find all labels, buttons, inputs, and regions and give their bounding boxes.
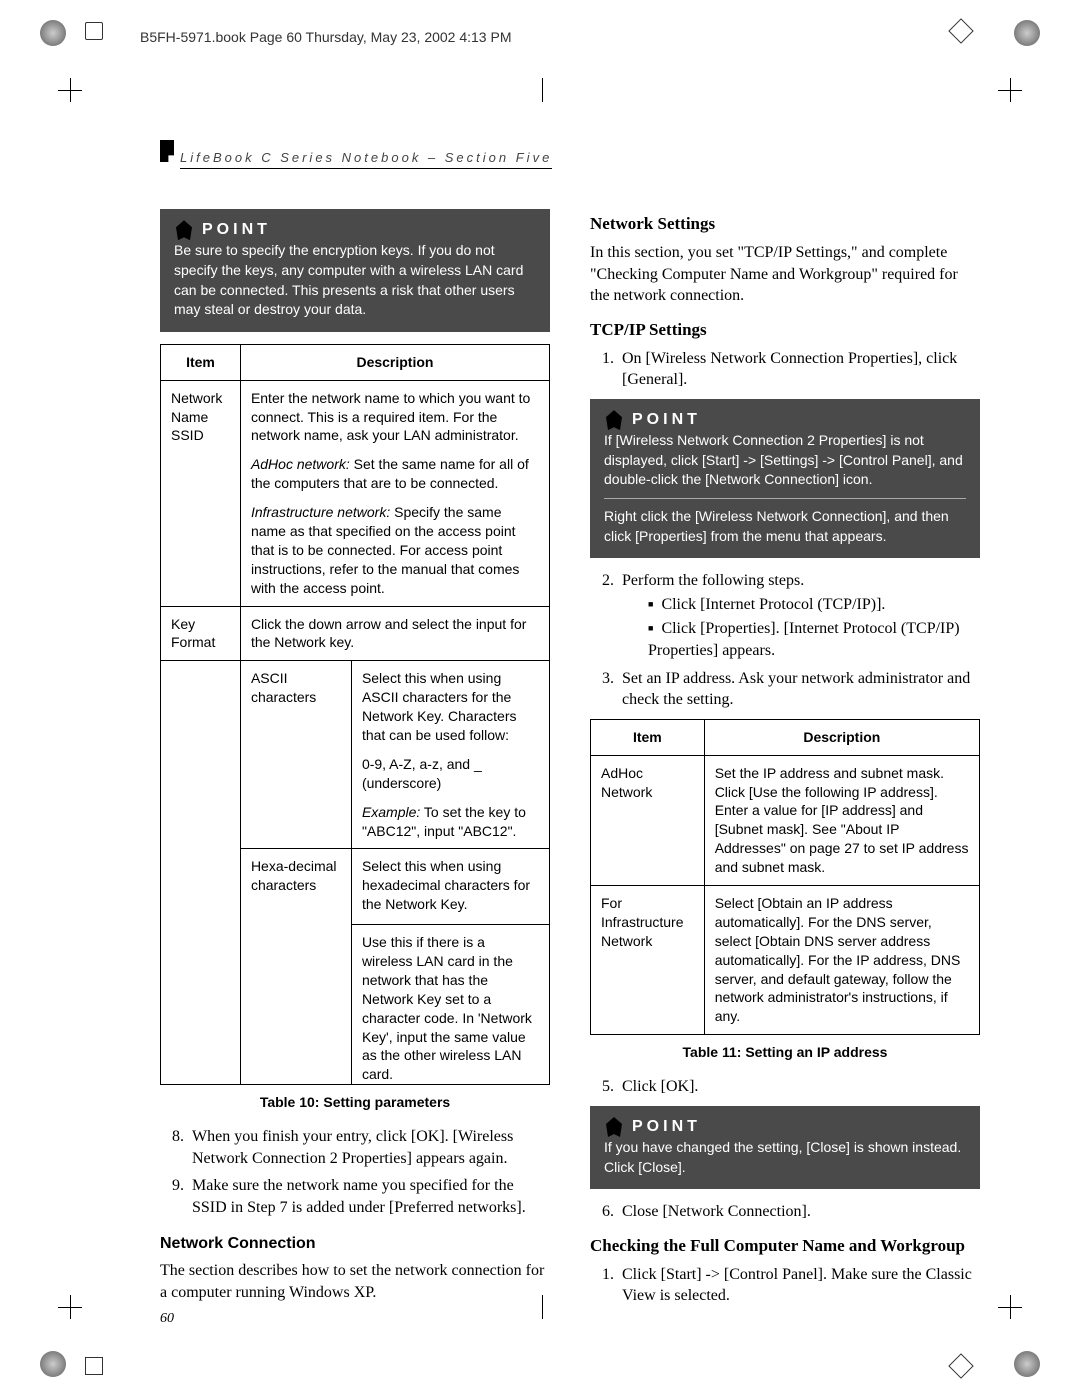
network-connection-text: The section describes how to set the net… bbox=[160, 1260, 550, 1303]
point-icon bbox=[604, 410, 624, 430]
table-10-caption: Table 10: Setting parameters bbox=[160, 1093, 550, 1112]
table-10: ItemDescription Network Name SSID Enter … bbox=[160, 344, 550, 1086]
heading-tcpip: TCP/IP Settings bbox=[590, 319, 980, 342]
book-header: B5FH-5971.book Page 60 Thursday, May 23,… bbox=[140, 29, 512, 45]
heading-checking-name: Checking the Full Computer Name and Work… bbox=[590, 1235, 980, 1258]
table-11-caption: Table 11: Setting an IP address bbox=[590, 1043, 980, 1062]
cfw-step-1: Click [Start] -> [Control Panel]. Make s… bbox=[590, 1264, 980, 1307]
tcpip-step-6: Close [Network Connection]. bbox=[590, 1201, 980, 1223]
tcpip-step-5: Click [OK]. bbox=[590, 1076, 980, 1098]
steps-8-9: When you finish your entry, click [OK]. … bbox=[160, 1126, 550, 1218]
table-11: ItemDescription AdHoc NetworkSet the IP … bbox=[590, 719, 980, 1035]
tcpip-step-1: On [Wireless Network Connection Properti… bbox=[590, 348, 980, 391]
point-icon bbox=[604, 1117, 624, 1137]
network-settings-text: In this section, you set "TCP/IP Setting… bbox=[590, 242, 980, 307]
heading-network-connection: Network Connection bbox=[160, 1233, 550, 1255]
tcpip-steps-2-3: Perform the following steps. Click [Inte… bbox=[590, 570, 980, 711]
point-icon bbox=[174, 220, 194, 240]
point-box-3: POINT If you have changed the setting, [… bbox=[590, 1106, 980, 1190]
heading-network-settings: Network Settings bbox=[590, 213, 980, 236]
point-box-2: POINT If [Wireless Network Connection 2 … bbox=[590, 399, 980, 558]
running-head: LifeBook C Series Notebook – Section Fiv… bbox=[160, 140, 980, 167]
page-number: 60 bbox=[160, 1311, 174, 1327]
point-box-1: POINT Be sure to specify the encryption … bbox=[160, 209, 550, 332]
